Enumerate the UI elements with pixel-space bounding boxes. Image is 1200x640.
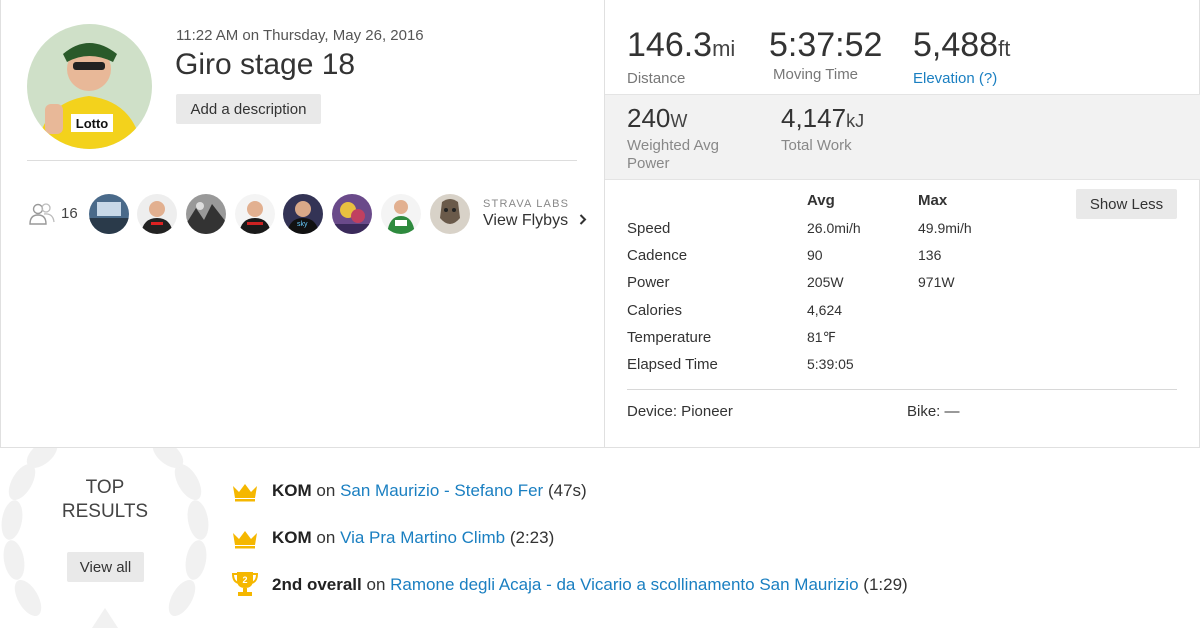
power-stats: 240W Weighted Avg Power 4,147kJ Total Wo… <box>605 94 1200 180</box>
result-rank: 2nd overall <box>272 575 362 594</box>
result-rank: KOM <box>272 528 312 547</box>
detail-label: Speed <box>627 220 671 237</box>
total-work-value: 4,147 <box>781 103 847 133</box>
detail-label: Calories <box>627 302 683 319</box>
detail-row-power: Power 205W 971W <box>627 274 1187 301</box>
elevation-stat: 5,488ft Elevation (?) <box>913 27 1010 87</box>
athlete-avatar-5[interactable]: sky <box>283 194 323 234</box>
detail-max: 136 <box>918 247 942 263</box>
detail-row-calories: Calories 4,624 <box>627 302 1187 329</box>
detail-row-temperature: Temperature 81℉ <box>627 329 1187 356</box>
detail-label: Power <box>627 274 670 291</box>
detail-avg: 90 <box>807 247 823 263</box>
trophy-number: 2 <box>242 575 247 585</box>
detail-avg: 81℉ <box>807 329 836 345</box>
segment-link[interactable]: Via Pra Martino Climb <box>340 528 505 547</box>
crown-icon <box>230 526 260 550</box>
result-time: (1:29) <box>863 575 908 594</box>
weighted-avg-power-stat: 240W Weighted Avg Power <box>627 104 747 173</box>
segment-link[interactable]: Ramone degli Acaja - da Vicario a scolli… <box>390 575 858 594</box>
strava-labs-label: STRAVA LABS <box>483 198 570 210</box>
athlete-avatar-6[interactable] <box>332 194 372 234</box>
detail-avg: 205W <box>807 274 844 290</box>
athlete-avatar[interactable]: Lotto <box>27 24 152 149</box>
athlete-avatar-1[interactable] <box>89 194 129 234</box>
detail-avg: 5:39:05 <box>807 356 854 372</box>
crown-icon <box>230 479 260 503</box>
activity-summary: Lotto 11:22 AM on Thursday, May 26, 2016… <box>1 0 604 448</box>
column-header-max: Max <box>918 192 948 209</box>
activity-card: Lotto 11:22 AM on Thursday, May 26, 2016… <box>0 0 1200 448</box>
athlete-avatar-3[interactable] <box>186 194 226 234</box>
group-count[interactable]: 16 <box>61 205 78 222</box>
activity-datetime: 11:22 AM on Thursday, May 26, 2016 <box>176 27 424 44</box>
detail-label: Elapsed Time <box>627 356 718 373</box>
athlete-avatar-8[interactable] <box>430 194 470 234</box>
view-flybys-link[interactable]: View Flybys <box>483 212 587 230</box>
distance-label: Distance <box>627 70 686 87</box>
distance-value: 146.3 <box>627 26 713 64</box>
weighted-avg-power-value: 240 <box>627 103 671 133</box>
divider <box>27 160 577 161</box>
top-results-heading-line-1: TOP <box>85 477 125 498</box>
athlete-avatar-7[interactable] <box>381 194 421 234</box>
column-header-avg: Avg <box>807 192 835 209</box>
activity-title[interactable]: Giro stage 18 <box>175 48 355 82</box>
total-work-unit: kJ <box>846 111 865 131</box>
detail-row-speed: Speed 26.0mi/h 49.9mi/h <box>627 220 1187 247</box>
athlete-avatar-4[interactable] <box>235 194 275 234</box>
detail-label: Cadence <box>627 247 688 264</box>
distance-unit: mi <box>712 36 736 61</box>
top-results-heading-line-2: RESULTS <box>61 501 149 522</box>
device-info: Device: Pioneer <box>627 403 733 420</box>
result-on: on <box>366 575 386 594</box>
activity-stats: 146.3mi Distance 5:37:52 Moving Time 5,4… <box>604 0 1200 448</box>
total-work-stat: 4,147kJ Total Work <box>781 104 864 155</box>
athlete-avatar-2[interactable] <box>137 194 177 234</box>
show-less-button[interactable]: Show Less <box>1076 189 1177 219</box>
distance-stat: 146.3mi Distance <box>627 27 735 87</box>
detail-max: 49.9mi/h <box>918 220 972 236</box>
detail-max: 971W <box>918 274 955 290</box>
result-time: (47s) <box>547 481 587 500</box>
elevation-unit: ft <box>998 36 1011 61</box>
segment-link[interactable]: San Maurizio - Stefano Fer <box>340 481 543 500</box>
moving-time-value: 5:37:52 <box>769 26 883 64</box>
elevation-help-link[interactable]: Elevation (?) <box>913 70 1010 87</box>
result-rank: KOM <box>272 481 312 500</box>
chevron-right-icon <box>579 212 587 230</box>
view-all-button[interactable]: View all <box>67 552 144 582</box>
moving-time-label: Moving Time <box>773 66 859 83</box>
detail-label: Temperature <box>627 329 712 346</box>
result-on: on <box>316 528 336 547</box>
detail-row-cadence: Cadence 90 136 <box>627 247 1187 274</box>
bike-info: Bike: — <box>907 403 960 420</box>
weighted-avg-power-unit: W <box>670 111 688 131</box>
weighted-avg-power-label: Weighted Avg Power <box>627 137 720 172</box>
group-icon <box>29 203 55 225</box>
view-flybys-label: View Flybys <box>483 212 569 229</box>
detail-avg: 26.0mi/h <box>807 220 861 236</box>
detail-avg: 4,624 <box>807 302 843 318</box>
top-results: TOP RESULTS View all KOM on San Maurizio… <box>0 440 1200 640</box>
result-on: on <box>316 481 336 500</box>
elevation-value: 5,488 <box>913 26 999 64</box>
primary-stats: 146.3mi Distance 5:37:52 Moving Time 5,4… <box>605 0 1200 94</box>
trophy-icon: 2 <box>230 569 260 599</box>
moving-time-stat: 5:37:52 Moving Time <box>769 27 882 83</box>
svg-text:Lotto: Lotto <box>76 116 109 131</box>
add-description-button[interactable]: Add a description <box>176 94 321 124</box>
svg-text:sky: sky <box>297 221 308 228</box>
top-results-heading: TOP RESULTS <box>40 476 170 524</box>
total-work-label: Total Work <box>781 137 852 154</box>
divider <box>627 389 1177 390</box>
detail-row-elapsed-time: Elapsed Time 5:39:05 <box>627 356 1187 383</box>
result-time: (2:23) <box>509 528 555 547</box>
